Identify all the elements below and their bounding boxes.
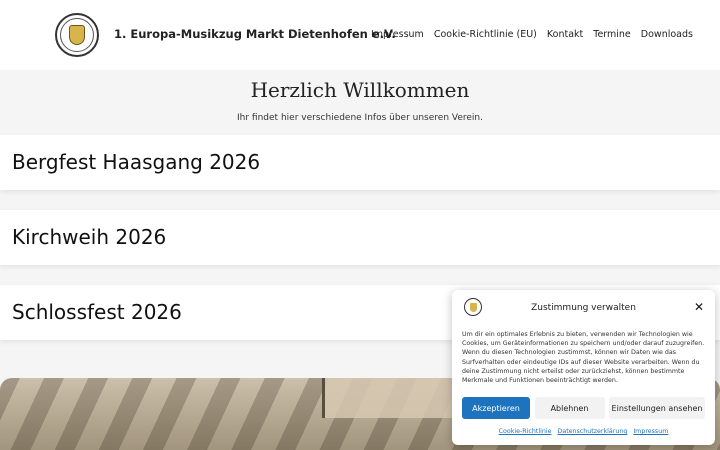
consent-text: Um dir ein optimales Erlebnis zu bieten,…	[462, 331, 705, 385]
nav-termine[interactable]: Termine	[593, 29, 631, 40]
crest-icon	[69, 25, 85, 45]
event-title[interactable]: Kirchweih 2026	[12, 225, 166, 249]
nav-cookie-richtlinie[interactable]: Cookie-Richtlinie (EU)	[434, 29, 537, 40]
welcome-section: Herzlich Willkommen Ihr findet hier vers…	[0, 70, 720, 134]
logo-ring	[60, 18, 94, 52]
club-logo[interactable]	[55, 13, 99, 57]
cookie-consent-dialog: Zustimmung verwalten ✕ Um dir ein optima…	[452, 290, 715, 445]
consent-buttons: Akzeptieren Ablehnen Einstellungen anseh…	[462, 397, 705, 419]
link-datenschutz[interactable]: Datenschutzerklärung	[557, 428, 627, 435]
photo-post	[322, 378, 325, 418]
settings-button[interactable]: Einstellungen ansehen	[609, 397, 705, 419]
link-cookie-richtlinie[interactable]: Cookie-Richtlinie	[499, 428, 552, 435]
event-title[interactable]: Bergfest Haasgang 2026	[12, 150, 260, 174]
consent-links: Cookie-Richtlinie Datenschutzerklärung I…	[452, 428, 715, 435]
nav-kontakt[interactable]: Kontakt	[547, 29, 583, 40]
event-title[interactable]: Schlossfest 2026	[12, 300, 182, 324]
accept-button[interactable]: Akzeptieren	[462, 397, 530, 419]
nav-impressum[interactable]: Impressum	[371, 29, 424, 40]
welcome-title: Herzlich Willkommen	[250, 78, 470, 102]
site-title[interactable]: 1. Europa-Musikzug Markt Dietenhofen e.V…	[114, 27, 396, 41]
event-card-kirchweih[interactable]: Kirchweih 2026	[0, 210, 720, 265]
site-header: 1. Europa-Musikzug Markt Dietenhofen e.V…	[0, 0, 720, 70]
event-card-bergfest[interactable]: Bergfest Haasgang 2026	[0, 135, 720, 190]
close-icon[interactable]: ✕	[693, 301, 705, 313]
photo-tent	[325, 378, 455, 418]
welcome-subtitle: Ihr findet hier verschiedene Infos über …	[237, 113, 483, 123]
deny-button[interactable]: Ablehnen	[534, 397, 605, 419]
nav-downloads[interactable]: Downloads	[641, 29, 693, 40]
main-nav: Impressum Cookie-Richtlinie (EU) Kontakt…	[371, 29, 703, 40]
link-impressum[interactable]: Impressum	[633, 428, 668, 435]
consent-title: Zustimmung verwalten	[531, 303, 636, 313]
